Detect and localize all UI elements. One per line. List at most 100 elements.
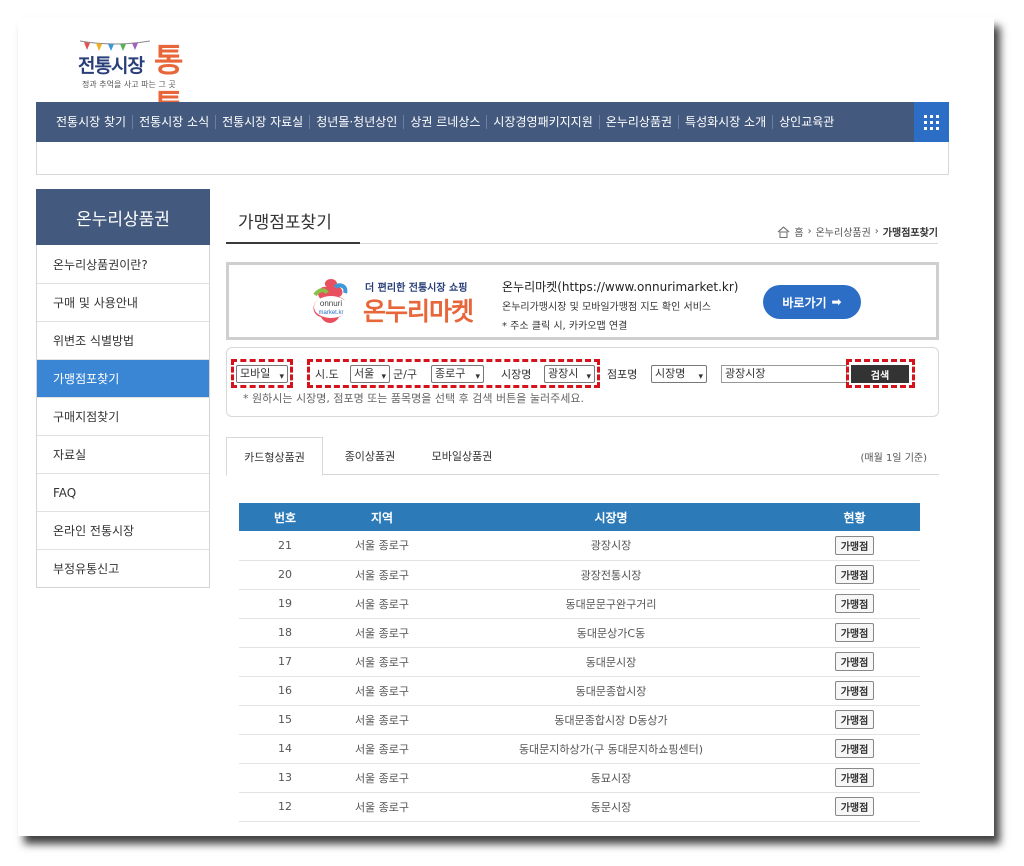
arrow-right-icon: ➡ xyxy=(832,295,842,309)
cell-region: 서울 종로구 xyxy=(331,618,433,647)
field-select-value: 시장명 xyxy=(655,367,685,380)
cell-no: 18 xyxy=(239,618,331,647)
cell-no: 19 xyxy=(239,589,331,618)
status-button[interactable]: 가맹점 xyxy=(835,594,875,613)
nav-item-market-news[interactable]: 전통시장 소식 xyxy=(133,115,216,129)
grid-icon xyxy=(924,115,939,130)
sidebar-item-faq[interactable]: FAQ xyxy=(37,473,209,511)
logo-title: 전통시장 xyxy=(78,51,144,78)
cell-region: 서울 종로구 xyxy=(331,705,433,734)
table-row: 18서울 종로구동대문상가C동 가맹점 xyxy=(239,618,920,647)
cell-region: 서울 종로구 xyxy=(331,734,433,763)
sidebar-item-online-market[interactable]: 온라인 전통시장 xyxy=(37,511,209,549)
status-button[interactable]: 가맹점 xyxy=(835,797,875,816)
table-row: 12서울 종로구동문시장가맹점 xyxy=(239,792,920,821)
go-button-label: 바로가기 xyxy=(782,294,826,311)
status-button[interactable]: 가맹점 xyxy=(835,536,875,555)
breadcrumb-current: 가맹점포찾기 xyxy=(883,224,938,239)
cell-no: 13 xyxy=(239,763,331,792)
cell-status: 가맹점 xyxy=(789,531,920,560)
col-header-region: 지역 xyxy=(331,503,433,531)
title-divider xyxy=(360,243,938,244)
cell-market: 동대문종합시장 xyxy=(433,676,789,705)
search-input[interactable]: 광장시장 xyxy=(721,365,847,383)
nav-item-renaissance[interactable]: 상권 르네상스 xyxy=(404,115,487,129)
sidebar-title: 온누리상품권 xyxy=(36,189,210,245)
banner-note: * 주소 클릭 시, 카카오맵 연결 xyxy=(502,317,627,332)
table-row: 17서울 종로구동대문시장가맹점 xyxy=(239,647,920,676)
market-table: 번호 지역 시장명 현황 21서울 종로구광장시장가맹점20서울 종로구광장전통… xyxy=(239,503,920,822)
cell-market: 동대문지하상가(구 동대문지하쇼핑센터) xyxy=(433,734,789,763)
breadcrumb-onnuri[interactable]: 온누리상품권 xyxy=(816,224,871,239)
status-button[interactable]: 가맹점 xyxy=(835,623,875,642)
highlight-type xyxy=(231,359,293,388)
nav-item-package-support[interactable]: 시장경영패키지지원 xyxy=(487,115,599,129)
banner-url-text: 온누리마켓(https://www.onnurimarket.kr) xyxy=(502,278,738,295)
status-button[interactable]: 가맹점 xyxy=(835,681,875,700)
sidebar-item-report[interactable]: 부정유통신고 xyxy=(37,549,209,587)
banner-brand: 온누리마켓 xyxy=(363,292,473,328)
tab-mobile-voucher[interactable]: 모바일상품권 xyxy=(416,437,508,475)
cell-region: 서울 종로구 xyxy=(331,763,433,792)
basis-note: (매월 1일 기준) xyxy=(860,449,927,464)
cell-market: 광장전통시장 xyxy=(433,560,789,589)
sidebar-item-branch-search[interactable]: 구매지점찾기 xyxy=(37,397,209,435)
table-row: 14서울 종로구동대문지하상가(구 동대문지하쇼핑센터) 가맹점 xyxy=(239,734,920,763)
table-row: 13서울 종로구동묘시장가맹점 xyxy=(239,763,920,792)
go-button[interactable]: 바로가기 ➡ xyxy=(763,285,861,319)
nav-item-merchant-edu[interactable]: 상인교육관 xyxy=(773,115,840,129)
table-row: 15서울 종로구동대문종합시장 D동상가가맹점 xyxy=(239,705,920,734)
sidebar-item-counterfeit[interactable]: 위변조 식별방법 xyxy=(37,321,209,359)
cell-market: 광장시장 xyxy=(433,531,789,560)
search-note: * 원하시는 시장명, 점포명 또는 품목명을 선택 후 검색 버튼을 눌러주세… xyxy=(243,390,584,406)
cell-status: 가맹점 xyxy=(789,734,920,763)
cell-status: 가맹점 xyxy=(789,676,920,705)
nav-item-market-archive[interactable]: 전통시장 자료실 xyxy=(216,115,310,129)
cell-market: 동대문시장 xyxy=(433,647,789,676)
sidebar-item-archive[interactable]: 자료실 xyxy=(37,435,209,473)
tab-paper-voucher[interactable]: 종이상품권 xyxy=(330,437,410,475)
cell-status: 가맹점 xyxy=(789,647,920,676)
field-select[interactable]: 시장명▾ xyxy=(651,365,707,383)
onnuri-market-logo-icon: onnuri market.kr xyxy=(309,277,354,325)
nav-item-onnuri[interactable]: 온누리상품권 xyxy=(600,115,679,129)
col-header-status: 현황 xyxy=(789,503,920,531)
status-button[interactable]: 가맹점 xyxy=(835,710,875,729)
status-button[interactable]: 가맹점 xyxy=(835,652,875,671)
cell-no: 14 xyxy=(239,734,331,763)
cell-region: 서울 종로구 xyxy=(331,531,433,560)
sidebar-item-store-search[interactable]: 가맹점포찾기 xyxy=(37,359,209,397)
col-header-no: 번호 xyxy=(239,503,331,531)
nav-item-special-market[interactable]: 특성화시장 소개 xyxy=(679,115,773,129)
cell-status: 가맹점 xyxy=(789,618,920,647)
cell-market: 동문시장 xyxy=(433,792,789,821)
home-icon[interactable] xyxy=(777,226,790,238)
page-title: 가맹점포찾기 xyxy=(226,208,360,244)
status-button[interactable]: 가맹점 xyxy=(835,565,875,584)
tab-card-voucher[interactable]: 카드형상품권 xyxy=(226,437,323,476)
sidebar-item-purchase-guide[interactable]: 구매 및 사용안내 xyxy=(37,283,209,321)
cell-region: 서울 종로구 xyxy=(331,647,433,676)
highlight-search-button xyxy=(846,359,915,388)
status-button[interactable]: 가맹점 xyxy=(835,739,875,758)
cell-no: 16 xyxy=(239,676,331,705)
breadcrumb: 홈 › 온누리상품권 › 가맹점포찾기 xyxy=(777,224,938,239)
cell-region: 서울 종로구 xyxy=(331,792,433,821)
cell-market: 동대문상가C동 xyxy=(433,618,789,647)
cell-status: 가맹점 xyxy=(789,589,920,618)
search-form: 모바일▾ 시.도 서울▾ 군/구 종로구▾ 시장명 광장시▾ 점포명 시장명▾ … xyxy=(226,347,939,417)
sub-nav-bar xyxy=(36,142,949,175)
cell-region: 서울 종로구 xyxy=(331,589,433,618)
onnuri-market-banner[interactable]: onnuri market.kr 더 편리한 전통시장 쇼핑 온누리마켓 온누리… xyxy=(226,262,939,340)
nav-item-youth-mall[interactable]: 청년몰·청년상인 xyxy=(310,115,404,129)
site-logo[interactable]: 전통시장 통통 정과 추억을 사고 파는 그 곳 xyxy=(76,35,196,93)
all-menu-button[interactable] xyxy=(914,102,949,142)
store-label: 점포명 xyxy=(607,366,637,382)
breadcrumb-home[interactable]: 홈 xyxy=(794,224,803,239)
sidebar-menu: 온누리상품권이란? 구매 및 사용안내 위변조 식별방법 가맹점포찾기 구매지점… xyxy=(36,245,210,588)
sidebar-item-about[interactable]: 온누리상품권이란? xyxy=(37,245,209,283)
status-button[interactable]: 가맹점 xyxy=(835,768,875,787)
nav-item-market-search[interactable]: 전통시장 찾기 xyxy=(36,115,133,129)
logo-tagline: 정과 추억을 사고 파는 그 곳 xyxy=(82,79,176,90)
chevron-right-icon: › xyxy=(808,226,812,237)
